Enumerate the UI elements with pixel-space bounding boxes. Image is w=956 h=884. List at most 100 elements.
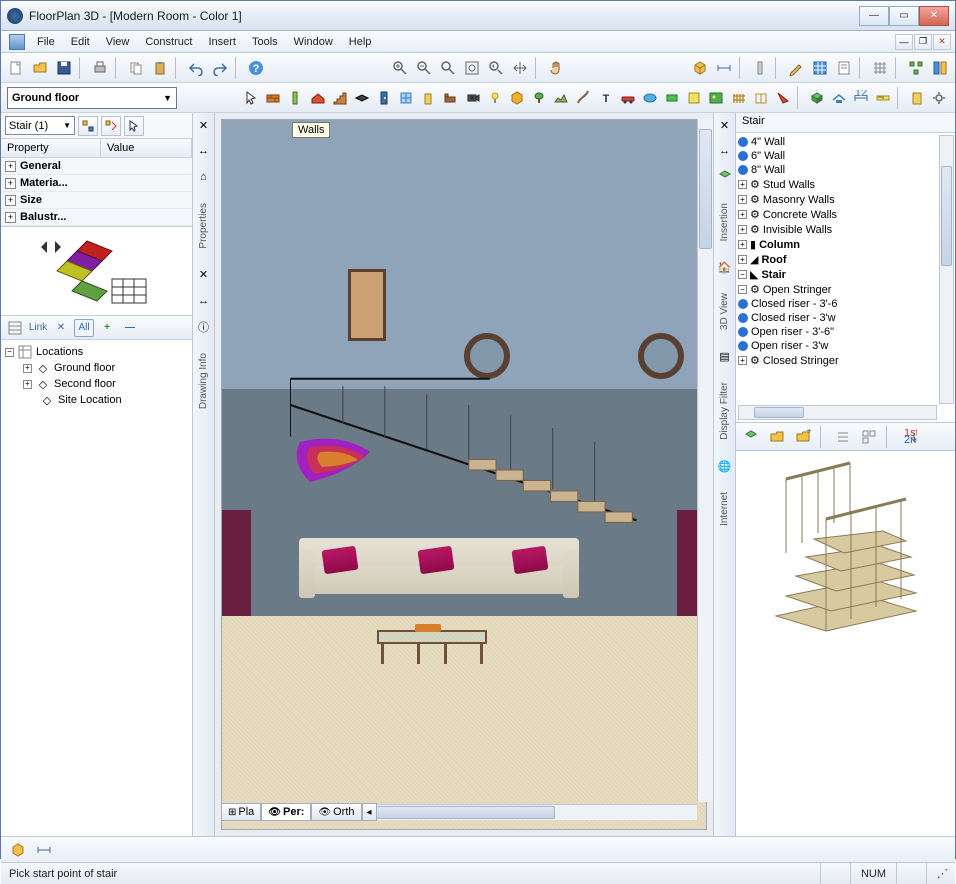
mdi-minimize-button[interactable]: — xyxy=(895,34,913,50)
strip-pin-button[interactable]: ↔ xyxy=(717,143,733,159)
close-button[interactable]: ✕ xyxy=(919,6,949,26)
table-view-button[interactable] xyxy=(809,57,831,79)
lib-insert-button[interactable] xyxy=(740,426,762,448)
text-tool[interactable]: T xyxy=(596,87,616,109)
open-button[interactable] xyxy=(29,57,51,79)
strip-home-button[interactable]: ⌂ xyxy=(196,169,212,185)
drawing-info-tab[interactable]: Drawing Info xyxy=(198,353,209,409)
symbol-tool[interactable] xyxy=(507,87,527,109)
tree-category-column[interactable]: +▮Column xyxy=(738,237,953,252)
strip-close2-button[interactable]: ✕ xyxy=(196,267,212,283)
door-tool[interactable] xyxy=(374,87,394,109)
fence-tool[interactable] xyxy=(728,87,748,109)
copy-button[interactable] xyxy=(125,57,147,79)
wall-tool[interactable] xyxy=(263,87,283,109)
tree-item[interactable]: Open riser - 3'w xyxy=(738,339,953,353)
prop-group-balustrade[interactable]: +Balustr... xyxy=(1,209,192,226)
strip-close-button[interactable]: ✕ xyxy=(717,117,733,133)
props-select-button[interactable] xyxy=(124,116,144,136)
bottom-cube-button[interactable] xyxy=(7,839,29,861)
label-tool[interactable] xyxy=(662,87,682,109)
report-button[interactable] xyxy=(833,57,855,79)
loc-remove-button[interactable]: — xyxy=(120,319,140,337)
tab-perspective[interactable]: 👁 Per: xyxy=(261,803,311,821)
help-button[interactable]: ? xyxy=(245,57,267,79)
tree-item[interactable]: 6" Wall xyxy=(738,149,953,163)
prop-group-general[interactable]: +General xyxy=(1,158,192,175)
lib-folder-button[interactable] xyxy=(766,426,788,448)
print-button[interactable] xyxy=(89,57,111,79)
properties-tab[interactable]: Properties xyxy=(198,203,209,249)
loc-link-button[interactable]: Link xyxy=(28,319,48,337)
save-button[interactable] xyxy=(53,57,75,79)
tree-item[interactable]: 8" Wall xyxy=(738,163,953,177)
plant-tool[interactable] xyxy=(529,87,549,109)
loc-add-button[interactable]: + xyxy=(97,319,117,337)
pool-tool[interactable] xyxy=(640,87,660,109)
strip-close-button[interactable]: ✕ xyxy=(196,117,212,133)
house-icon[interactable]: 🏠 xyxy=(717,259,733,275)
lib-sort-button[interactable]: 1st2nd xyxy=(898,426,920,448)
undo-button[interactable] xyxy=(185,57,207,79)
prop-group-materials[interactable]: +Materia... xyxy=(1,175,192,192)
tab-scroll-left[interactable]: ◂ xyxy=(362,803,377,821)
globe-icon[interactable]: 🌐 xyxy=(717,458,733,474)
loc-delete-button[interactable]: ✕ xyxy=(51,319,71,337)
furniture-tool[interactable] xyxy=(440,87,460,109)
note-tool[interactable] xyxy=(684,87,704,109)
tree-item[interactable]: Open riser - 3'-6" xyxy=(738,325,953,339)
strip-info-button[interactable]: ⓘ xyxy=(196,319,212,335)
window-tool[interactable] xyxy=(396,87,416,109)
camera-tool[interactable] xyxy=(463,87,483,109)
3d-viewport[interactable]: Walls xyxy=(221,119,707,830)
insertion-icon[interactable] xyxy=(717,169,733,185)
opening-tool[interactable] xyxy=(418,87,438,109)
tree-root-locations[interactable]: − Locations xyxy=(5,344,188,360)
tree-item[interactable]: +⚙Invisible Walls xyxy=(738,222,953,237)
tree-category-roof[interactable]: +◢Roof xyxy=(738,252,953,267)
col-value[interactable]: Value xyxy=(101,139,192,157)
tree-item-second-floor[interactable]: +◇Second floor xyxy=(23,376,188,392)
path-tool[interactable] xyxy=(573,87,593,109)
filter-icon[interactable]: ▤ xyxy=(717,348,733,364)
tree-item-closed-stringer[interactable]: +⚙Closed Stringer xyxy=(738,353,953,368)
library-vscroll[interactable] xyxy=(939,135,954,404)
column-obj-tool[interactable] xyxy=(285,87,305,109)
menu-help[interactable]: Help xyxy=(341,34,380,50)
prop-group-size[interactable]: +Size xyxy=(1,192,192,209)
mdi-doc-icon[interactable] xyxy=(9,34,25,50)
redo-button[interactable] xyxy=(209,57,231,79)
menu-edit[interactable]: Edit xyxy=(63,34,98,50)
menu-tools[interactable]: Tools xyxy=(244,34,286,50)
internet-tab[interactable]: Internet xyxy=(719,492,730,526)
pencil-button[interactable] xyxy=(785,57,807,79)
tree-item[interactable]: +⚙Concrete Walls xyxy=(738,207,953,222)
library-hscroll[interactable] xyxy=(738,405,937,420)
dimension-tool[interactable]: 12 xyxy=(851,87,871,109)
display-filter-tab[interactable]: Display Filter xyxy=(719,382,730,440)
resize-grip[interactable]: ⋰ xyxy=(926,863,947,884)
col-property[interactable]: Property xyxy=(1,139,101,157)
horizontal-scrollbar[interactable] xyxy=(345,804,697,820)
roof-tool[interactable] xyxy=(307,87,327,109)
tree-category-stair[interactable]: −◣Stair xyxy=(738,267,953,282)
menu-window[interactable]: Window xyxy=(286,34,341,50)
clipboard2-button[interactable] xyxy=(907,87,927,109)
hand-button[interactable] xyxy=(545,57,567,79)
insertion-tab[interactable]: Insertion xyxy=(719,203,730,241)
floor-selector[interactable]: Ground floor▼ xyxy=(7,87,177,109)
dimension-button[interactable] xyxy=(713,57,735,79)
light-tool[interactable] xyxy=(485,87,505,109)
column-tool-button[interactable] xyxy=(749,57,771,79)
lib-new-folder-button[interactable]: + xyxy=(792,426,814,448)
tree-item[interactable]: 4" Wall xyxy=(738,135,953,149)
new-button[interactable] xyxy=(5,57,27,79)
minimize-button[interactable]: — xyxy=(859,6,889,26)
mdi-restore-button[interactable]: ❐ xyxy=(914,34,932,50)
tree-item-ground-floor[interactable]: +◇Ground floor xyxy=(23,360,188,376)
zoom-out-button[interactable] xyxy=(413,57,435,79)
roof-edit-tool[interactable] xyxy=(829,87,849,109)
lib-list-button[interactable] xyxy=(832,426,854,448)
image-tool[interactable] xyxy=(706,87,726,109)
select-tool[interactable] xyxy=(241,87,261,109)
